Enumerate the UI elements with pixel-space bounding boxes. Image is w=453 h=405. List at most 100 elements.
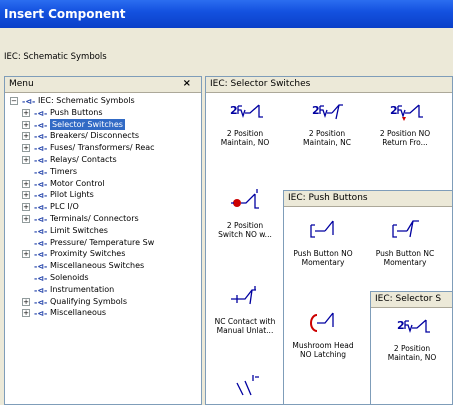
- tree-item-label: Solenoids: [50, 272, 89, 282]
- tree-item-label: Instrumentation: [50, 284, 115, 294]
- symbol-caption-line1: Mushroom Head: [292, 341, 354, 350]
- tree-item[interactable]: + -⊲- Motor Control: [5, 178, 201, 190]
- expand-icon[interactable]: +: [22, 250, 30, 259]
- tree-item[interactable]: + -⊲- Push Buttons: [5, 107, 201, 119]
- tree-item[interactable]: + -⊲- Breakers/ Disconnects: [5, 130, 201, 142]
- selector-switch-return-icon: 2: [390, 104, 423, 121]
- tree-root-label: IEC: Schematic Symbols: [38, 96, 135, 105]
- contact-manual-unlatch-icon: [231, 286, 256, 305]
- tree-item[interactable]: -⊲- Limit Switches: [5, 225, 201, 237]
- menu-header-label: Menu: [9, 79, 34, 89]
- symbol-item[interactable]: 2 2 Position Maintain, NO: [373, 316, 451, 362]
- tree-item[interactable]: + -⊲- Relays/ Contacts: [5, 154, 201, 166]
- svg-text:2: 2: [312, 104, 320, 117]
- svg-text:2: 2: [230, 104, 238, 117]
- symbol-caption-line2: Momentary: [301, 258, 345, 267]
- contact-partial-icon: [236, 375, 259, 396]
- tree-item[interactable]: + -⊲- PLC I/O: [5, 201, 201, 213]
- window-title: Insert Component: [4, 7, 126, 21]
- selector-switch-no-icon: 2: [397, 319, 430, 334]
- tree-item-label: Miscellaneous Switches: [50, 261, 145, 271]
- symbol-caption-line2: Maintain, NO: [387, 353, 437, 362]
- tree-item-label: Motor Control: [50, 178, 105, 188]
- expand-icon[interactable]: +: [22, 203, 30, 212]
- tree-item[interactable]: + -⊲- Pilot Lights: [5, 189, 201, 201]
- tree-item[interactable]: + -⊲- Proximity Switches: [5, 248, 201, 260]
- symbol-item[interactable]: 2 2 Position NO Return Fro...: [368, 101, 442, 147]
- tree-root[interactable]: − -⊲- IEC: Schematic Symbols: [5, 95, 201, 107]
- gallery-title: IEC: Selector S: [371, 292, 452, 308]
- tree-item-label: Pilot Lights: [50, 190, 94, 200]
- symbol-item[interactable]: [208, 373, 282, 403]
- mushroom-head-icon: [310, 312, 334, 332]
- symbol-caption-line2: NO Latching: [299, 350, 347, 359]
- tree-item-label: Timers: [50, 166, 78, 176]
- close-icon[interactable]: ×: [183, 78, 191, 89]
- tree-item[interactable]: -⊲- Pressure/ Temperature Sw: [5, 237, 201, 249]
- tree-item[interactable]: -⊲- Miscellaneous Switches: [5, 260, 201, 272]
- symbol-item[interactable]: 2 Position Switch NO w...: [208, 187, 282, 239]
- symbol-caption-line1: 2 Position: [226, 221, 264, 230]
- tree-item-label: Push Buttons: [50, 107, 103, 117]
- tree-item-label: Qualifying Symbols: [50, 296, 128, 306]
- symbol-gallery-selector-2: IEC: Selector S 2 2 Position Maintain, N…: [370, 291, 453, 405]
- tree-item[interactable]: + -⊲- Selector Switches: [5, 118, 201, 131]
- tree-item-label: Terminals/ Connectors: [50, 213, 139, 223]
- expand-icon[interactable]: +: [22, 144, 30, 153]
- library-path-label: IEC: Schematic Symbols: [4, 52, 107, 62]
- expand-icon[interactable]: +: [22, 132, 30, 141]
- expand-icon[interactable]: +: [22, 191, 30, 200]
- symbol-caption-line1: Push Button NC: [375, 249, 435, 258]
- expand-icon[interactable]: +: [22, 297, 30, 306]
- symbol-item[interactable]: NC Contact with Manual Unlat...: [208, 283, 282, 335]
- tree-item[interactable]: -⊲- Timers: [5, 166, 201, 178]
- svg-text:2: 2: [390, 104, 398, 117]
- symbol-item[interactable]: 2 2 Position Maintain, NO: [208, 101, 282, 147]
- selector-switch-lamp-icon: [231, 189, 259, 209]
- tree-item-label: Proximity Switches: [50, 249, 126, 259]
- expand-icon[interactable]: +: [22, 214, 30, 223]
- symbol-caption-line2: Return Fro...: [382, 138, 428, 147]
- tree-item[interactable]: -⊲- Solenoids: [5, 272, 201, 284]
- tree-item-label: Breakers/ Disconnects: [50, 131, 139, 141]
- expand-icon[interactable]: +: [22, 155, 30, 164]
- symbol-caption-line2: Maintain, NC: [303, 138, 351, 147]
- window-title-bar[interactable]: Insert Component: [0, 0, 453, 28]
- expand-icon[interactable]: +: [22, 309, 30, 318]
- tree-item[interactable]: -⊲- Instrumentation: [5, 284, 201, 296]
- expand-icon[interactable]: +: [22, 120, 30, 129]
- symbol-caption-line2: Switch NO w...: [218, 230, 272, 239]
- expand-icon[interactable]: +: [22, 179, 30, 188]
- symbol-caption-line2: Maintain, NO: [220, 138, 270, 147]
- push-button-nc-icon: [392, 220, 419, 238]
- menu-header: Menu ×: [5, 77, 201, 93]
- symbol-caption-line1: 2 Position NO: [379, 129, 431, 138]
- expand-icon[interactable]: +: [22, 108, 30, 117]
- tree-item-label: Miscellaneous: [50, 308, 107, 318]
- tree-item-label: PLC I/O: [50, 202, 79, 212]
- tree-item-label: Limit Switches: [50, 225, 108, 235]
- tree-item[interactable]: + -⊲- Fuses/ Transformers/ Reac: [5, 142, 201, 154]
- svg-text:2: 2: [397, 319, 405, 332]
- tree-item-label: Relays/ Contacts: [50, 154, 117, 164]
- symbol-caption-line1: 2 Position: [226, 129, 264, 138]
- tree-item-label: Fuses/ Transformers/ Reac: [50, 143, 155, 153]
- menu-panel: Menu × − -⊲- IEC: Schematic Symbols + -⊲-…: [4, 76, 202, 405]
- symbol-item[interactable]: 2 2 Position Maintain, NC: [290, 101, 364, 147]
- plug-icon: -⊲-: [34, 309, 48, 319]
- symbol-item[interactable]: Mushroom Head NO Latching: [285, 309, 361, 359]
- gallery-title: IEC: Push Buttons: [284, 191, 452, 207]
- tree-item[interactable]: + -⊲- Terminals/ Connectors: [5, 213, 201, 225]
- symbol-caption-line2: Manual Unlat...: [216, 326, 274, 335]
- tree-item[interactable]: + -⊲- Qualifying Symbols: [5, 296, 201, 308]
- symbol-item[interactable]: Push Button NC Momentary: [366, 217, 444, 267]
- selector-switch-no-icon: 2: [230, 104, 263, 119]
- symbol-caption-line2: Momentary: [383, 258, 427, 267]
- tree-item-label: Pressure/ Temperature Sw: [50, 237, 155, 247]
- tree-item[interactable]: + -⊲- Miscellaneous: [5, 307, 201, 319]
- symbol-item[interactable]: Push Button NO Momentary: [285, 217, 361, 267]
- symbol-caption-line1: NC Contact with: [214, 317, 276, 326]
- symbol-caption-line1: 2 Position: [308, 129, 346, 138]
- collapse-icon[interactable]: −: [10, 97, 18, 105]
- selector-switch-nc-icon: 2: [312, 104, 343, 120]
